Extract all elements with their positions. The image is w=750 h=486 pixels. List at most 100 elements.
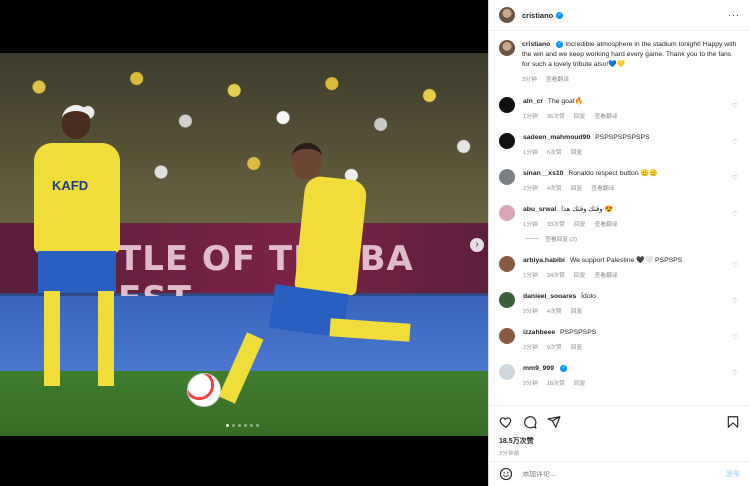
likes-count[interactable]: 18.5万次赞 [499,436,740,446]
comment-like-heart-icon[interactable]: ♡ [732,369,738,377]
commenter-username[interactable]: abu_srwal [523,206,556,213]
save-bookmark-icon[interactable] [726,415,740,429]
carousel-dot [256,424,259,427]
media-pane: TLE OF THE BA EST KAFD › [0,0,488,486]
comment-like-heart-icon[interactable]: ♡ [732,297,738,305]
carousel-next-button[interactable]: › [470,238,484,252]
player-1-head [62,105,90,139]
comment-item: aln_cr The goat🔥 1分钟 36次赞 回复 查看翻译 ♡ [499,97,740,120]
like-heart-icon[interactable] [499,415,513,429]
author-username[interactable]: cristiano [522,11,553,20]
commenter-avatar[interactable] [499,97,515,113]
player-1-shirt [34,143,120,253]
comment-reply-link[interactable]: 回复 [571,306,583,315]
post-photo[interactable]: TLE OF THE BA EST KAFD [0,53,488,436]
commenter-username[interactable]: izzahbeee [523,329,555,336]
comment-like-heart-icon[interactable]: ♡ [732,210,738,218]
comment-text: The goat🔥 [547,98,584,105]
comment-likes[interactable]: 33次赞 [547,219,565,228]
comment-host: aln_cr The goat🔥 1分钟 36次赞 回复 查看翻译 ♡ sade… [499,97,740,387]
commenter-username[interactable]: aln_cr [523,98,543,105]
comment-translate-link[interactable]: 查看翻译 [594,270,617,279]
post-header: cristiano ✓ ··· [489,0,750,31]
comment-likes[interactable]: 4次赞 [547,183,562,192]
commenter-username[interactable]: sadeen_mahmoud90 [523,134,590,141]
comments-list[interactable]: cristiano ✓ Incredible atmosphere in the … [489,32,750,402]
caption-translate-link[interactable]: 查看翻译 [546,74,569,83]
comment-like-heart-icon[interactable]: ♡ [732,333,738,341]
add-comment-bar: 发布 [489,461,750,486]
comment-reply-link[interactable]: 回复 [574,219,586,228]
comment-text: Ronaldo respect button 🫡🫡 [568,170,658,177]
comment-translate-link[interactable]: 查看翻译 [594,111,617,120]
comment-likes[interactable]: 4次赞 [547,306,562,315]
more-options-icon[interactable]: ··· [728,10,740,20]
comment-likes[interactable]: 18次赞 [547,378,565,387]
commenter-avatar[interactable] [499,328,515,344]
comment-reply-link[interactable]: 回复 [571,342,583,351]
comment-item: sinan__xs10 Ronaldo respect button 🫡🫡 2分… [499,169,740,192]
comment-reply-link[interactable]: 回复 [571,147,583,156]
comment-item: arbiya.habibi We support Palestine 🖤🤍 PS… [499,256,740,279]
comment-like-heart-icon[interactable]: ♡ [732,138,738,146]
player-2-head [292,143,322,179]
commenter-username[interactable]: sinan__xs10 [523,170,563,177]
caption-username[interactable]: cristiano [522,41,550,48]
commenter-avatar[interactable] [499,292,515,308]
comment-reply-link[interactable]: 回复 [574,378,586,387]
comment-like-heart-icon[interactable]: ♡ [732,102,738,110]
commenter-avatar[interactable] [499,205,515,221]
commenter-username[interactable]: mm9_999 [523,365,554,372]
comment-likes[interactable]: 6次赞 [547,147,562,156]
comment-likes[interactable]: 9次赞 [547,342,562,351]
comment-item: abu_srwal وقتك وقتك هذا 😍 1分钟 33次赞 回复 查看… [499,205,740,228]
comment-reply-link[interactable]: 回复 [574,270,586,279]
football [187,373,221,407]
comment-text: وقتك وقتك هذا 😍 [561,206,613,213]
comment-item: izzahbeee PSPSPSPS 2分钟 9次赞 回复 ♡ [499,328,740,351]
author-avatar[interactable] [499,7,515,23]
view-replies-link[interactable]: 查看回复 (2) [525,234,740,243]
commenter-avatar[interactable] [499,133,515,149]
comment-like-heart-icon[interactable]: ♡ [732,261,738,269]
post-comment-button[interactable]: 发布 [726,469,740,479]
comment-likes[interactable]: 34次赞 [547,270,565,279]
add-comment-input[interactable] [522,470,717,478]
comment-text: PSPSPSPS [560,329,597,336]
player-2-shirt [294,175,368,296]
comment-reply-link[interactable]: 回复 [571,183,583,192]
commenter-username[interactable]: danieel_sooares [523,293,576,300]
shirt-sponsor: KAFD [52,178,89,193]
commenter-avatar[interactable] [499,169,515,185]
comment-item: danieel_sooares Ídolo 2分钟 4次赞 回复 ♡ [499,292,740,315]
comment-time: 2分钟 [523,381,538,387]
comment-time: 1分钟 [523,150,538,156]
emoji-icon[interactable] [499,467,513,481]
comment-time: 1分钟 [523,222,538,228]
comment-translate-link[interactable]: 查看翻译 [594,219,617,228]
post-actions: 18.5万次赞 3分钟前 [489,405,750,457]
comment-text: Ídolo [581,293,596,300]
commenter-avatar[interactable] [499,364,515,380]
comment-text: PSPSPSPSPSPS [595,134,650,141]
comment-time: 2分钟 [523,309,538,315]
comment-reply-link[interactable]: 回复 [574,111,586,120]
player-1-leg [44,291,60,386]
carousel-dot [250,424,253,427]
author-avatar[interactable] [499,40,515,56]
post-side-panel: cristiano ✓ ··· cristiano ✓ Incredible at… [488,0,750,486]
commenter-username[interactable]: arbiya.habibi [523,257,565,264]
carousel-dots [226,424,259,427]
carousel-dot [232,424,235,427]
comment-time: 1分钟 [523,114,538,120]
player-1-leg [98,291,114,386]
share-paper-plane-icon[interactable] [547,415,561,429]
verified-badge-icon: ✓ [560,365,567,372]
verified-badge-icon: ✓ [556,11,564,19]
comment-translate-link[interactable]: 查看翻译 [591,183,614,192]
commenter-avatar[interactable] [499,256,515,272]
comment-bubble-icon[interactable] [523,415,537,429]
comment-like-heart-icon[interactable]: ♡ [732,174,738,182]
comment-likes[interactable]: 36次赞 [547,111,565,120]
post-caption: cristiano ✓ Incredible atmosphere in the … [499,40,740,83]
